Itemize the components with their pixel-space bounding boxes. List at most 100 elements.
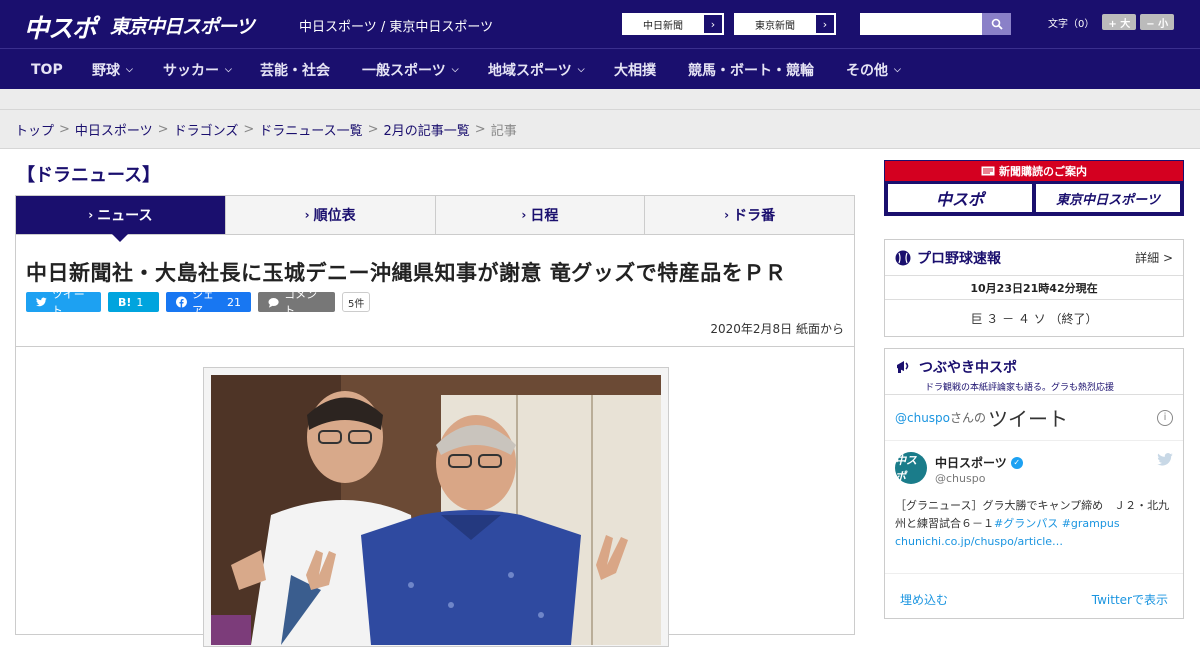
tweets-panel-header: つぶやき中スポ ドラ観戦の本紙評論家も語る。グラも熱烈応援	[885, 349, 1183, 395]
share-count: 21	[227, 295, 241, 309]
facebook-share-button[interactable]: シェア 21	[166, 288, 251, 317]
tweet-hashtags[interactable]: #グランパス #grampus	[994, 517, 1120, 530]
twitter-bird-icon	[1157, 453, 1173, 466]
tokyo-shimbun-link[interactable]: 東京新聞 ›	[734, 13, 836, 35]
baseball-details-link[interactable]: 詳細 >	[1135, 249, 1173, 266]
subscription-logos: 中スポ 東京中日スポーツ	[885, 181, 1183, 215]
baseball-scores-panel: プロ野球速報 詳細 > 10月23日21時42分現在 巨 ３ － ４ ソ （終了…	[884, 239, 1184, 337]
search-input[interactable]	[860, 13, 982, 35]
tokyo-chunichi-logo[interactable]: 東京中日スポーツ	[110, 12, 255, 42]
nav-item-soccer[interactable]: サッカー ⌵	[163, 49, 232, 90]
twitter-bird-icon	[36, 297, 47, 307]
tab-schedule[interactable]: › 日程	[435, 196, 646, 234]
nav-item-other[interactable]: その他 ⌵	[846, 49, 901, 90]
breadcrumb-feb-list[interactable]: 2月の記事一覧	[384, 120, 470, 139]
comment-label: コメント	[284, 288, 318, 317]
baseball-panel-title: プロ野球速報	[917, 250, 1001, 267]
nav-item-local-sports[interactable]: 地域スポーツ ⌵	[488, 49, 585, 90]
chevron-down-icon: ⌵	[577, 64, 585, 75]
tweets-panel-title: つぶやき中スポ	[919, 360, 1017, 376]
share-label: シェア	[191, 288, 214, 317]
divider	[16, 346, 854, 347]
nav-item-entertainment[interactable]: 芸能・社会	[260, 49, 330, 90]
breadcrumb-separator: >	[367, 121, 379, 137]
tweets-footer: 埋め込む Twitterで表示	[885, 574, 1183, 624]
tweets-account-header: @chuspo さんの ツイート i	[885, 395, 1183, 441]
nav-item-sumo[interactable]: 大相撲	[614, 49, 656, 90]
hatena-bookmark-button[interactable]: B! 1	[108, 292, 159, 312]
megaphone-icon	[897, 361, 909, 373]
social-buttons: ツイート B! 1 シェア 21 コメント 5件	[26, 288, 371, 317]
account-san-label: さんの	[950, 411, 987, 425]
tweet-link[interactable]: chunichi.co.jp/chuspo/article…	[895, 535, 1063, 548]
tab-dora-ban[interactable]: › ドラ番	[645, 196, 854, 234]
font-larger-button[interactable]: + 大	[1102, 14, 1137, 30]
chuspo-logo[interactable]: 中スポ	[24, 9, 97, 43]
breadcrumb-top[interactable]: トップ	[15, 120, 54, 139]
nav-item-baseball[interactable]: 野球 ⌵	[92, 49, 133, 90]
tweets-panel-subtitle: ドラ観戦の本紙評論家も語る。グラも熱烈応援	[925, 383, 1115, 393]
breadcrumb-chuspo[interactable]: 中日スポーツ	[75, 120, 153, 139]
section-title: 【ドラニュース】	[17, 165, 161, 186]
breadcrumb-separator: >	[59, 121, 70, 137]
chevron-right-icon: ›	[703, 14, 723, 34]
breadcrumb: トップ > 中日スポーツ > ドラゴンズ > ドラニュース一覧 > 2月の記事一覧 > 記…	[0, 109, 1200, 149]
article-date: 2020年2月8日 紙面から	[710, 322, 844, 336]
score-line[interactable]: 巨 ３ － ４ ソ （終了）	[885, 300, 1183, 336]
chevron-right-icon: ›	[304, 208, 310, 222]
search-box	[860, 13, 1011, 35]
chevron-right-icon: ›	[88, 208, 94, 222]
breadcrumb-news-list[interactable]: ドラニュース一覧	[259, 120, 362, 139]
tab-standings[interactable]: › 順位表	[225, 196, 436, 234]
comment-count[interactable]: 5件	[342, 292, 371, 312]
font-smaller-button[interactable]: − 小	[1140, 14, 1175, 30]
view-on-twitter-link[interactable]: Twitterで表示	[1092, 591, 1168, 608]
article-photo-frame	[203, 367, 669, 647]
article-photo[interactable]	[211, 375, 661, 645]
chevron-right-icon: ›	[815, 14, 835, 34]
breadcrumb-current: 記事	[490, 123, 517, 139]
tweet-item[interactable]: 中スポ 中日スポーツ ✓ @chuspo ［グラニュース］グラ大勝でキャンプ締め…	[885, 441, 1183, 574]
baseball-icon	[895, 250, 911, 265]
avatar[interactable]: 中スポ	[895, 452, 927, 484]
embed-link[interactable]: 埋め込む	[900, 591, 948, 608]
tweet-label: ツイート	[51, 288, 85, 317]
newspaper-icon	[981, 166, 995, 176]
subscription-chuspo-logo[interactable]: 中スポ	[888, 184, 1032, 212]
breadcrumb-dragons[interactable]: ドラゴンズ	[174, 120, 239, 139]
site-name-link[interactable]: 中日スポーツ / 東京中日スポーツ	[299, 16, 493, 35]
chevron-down-icon: ⌵	[451, 64, 459, 75]
breadcrumb-separator: >	[157, 121, 169, 137]
photo-illustration	[211, 375, 661, 645]
font-size-label: 文字（0）	[1048, 18, 1095, 30]
chunichi-shimbun-label: 中日新聞	[643, 20, 683, 32]
font-size-control: 文字（0） + 大 − 小	[1048, 14, 1175, 30]
tweet-author-name[interactable]: 中日スポーツ ✓	[935, 454, 1023, 471]
account-handle-link[interactable]: @chuspo	[895, 411, 950, 425]
subscription-banner[interactable]: 新聞購読のご案内 中スポ 東京中日スポーツ	[884, 160, 1184, 216]
spacer-band	[0, 89, 1200, 109]
search-button[interactable]	[982, 13, 1011, 35]
main-nav: TOP 野球 ⌵ サッカー ⌵ 芸能・社会 一般スポーツ ⌵ 地域スポーツ ⌵ 大相撲 …	[0, 48, 1200, 89]
tokyo-shimbun-label: 東京新聞	[755, 20, 795, 32]
tab-news[interactable]: › ニュース	[16, 196, 226, 242]
chunichi-shimbun-link[interactable]: 中日新聞 ›	[622, 13, 724, 35]
facebook-icon	[176, 296, 187, 308]
nav-item-general-sports[interactable]: 一般スポーツ ⌵	[362, 49, 459, 90]
comment-button[interactable]: コメント	[258, 288, 335, 317]
nav-item-top[interactable]: TOP	[31, 49, 63, 90]
tweet-author-handle[interactable]: @chuspo	[935, 472, 985, 485]
score-timestamp: 10月23日21時42分現在	[885, 276, 1183, 300]
tweet-button[interactable]: ツイート	[26, 288, 101, 317]
section-tabs: › ニュース › 順位表 › 日程 › ドラ番	[15, 195, 855, 242]
verified-badge-icon: ✓	[1010, 456, 1023, 469]
article-headline: 中日新聞社・大島社長に玉城デニー沖縄県知事が謝意 竜グッズで特産品をＰＲ	[26, 261, 787, 285]
info-icon[interactable]: i	[1157, 409, 1173, 426]
hatena-count: 1	[136, 295, 144, 309]
tweets-heading: ツイート	[988, 407, 1069, 431]
chevron-right-icon: ›	[521, 208, 527, 222]
subscription-tokyo-logo[interactable]: 東京中日スポーツ	[1036, 184, 1180, 212]
nav-item-racing[interactable]: 競馬・ボート・競輪	[688, 49, 814, 90]
hatena-icon: B!	[118, 295, 132, 309]
chevron-right-icon: ›	[724, 208, 730, 222]
